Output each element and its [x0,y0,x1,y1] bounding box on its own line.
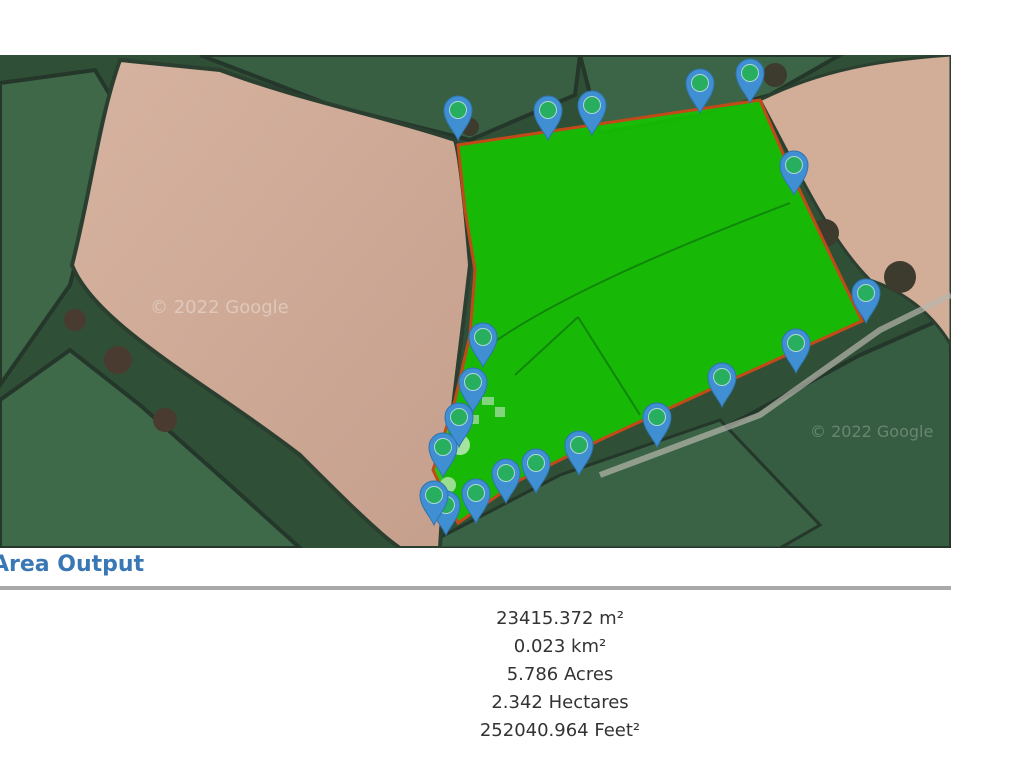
area-results: 23415.372 m² 0.023 km² 5.786 Acres 2.342… [0,605,1024,745]
result-square-meters: 23415.372 m² [496,608,624,629]
result-square-kilometers: 0.023 km² [513,636,607,657]
map-canvas[interactable]: © 2022 Google © 2022 Google [0,55,951,548]
map-watermark: © 2022 Google [150,297,289,318]
area-calculator-page: © 2022 Google © 2022 Google Area Output … [0,0,1024,768]
satellite-map[interactable]: © 2022 Google © 2022 Google [0,55,951,548]
result-square-feet: 252040.964 Feet² [479,720,641,741]
result-hectares: 2.342 Hectares [491,692,629,713]
area-output-title: Area Output [0,552,145,577]
result-acres: 5.786 Acres [506,664,614,685]
map-watermark-secondary: © 2022 Google [810,422,933,441]
section-divider [0,586,951,590]
